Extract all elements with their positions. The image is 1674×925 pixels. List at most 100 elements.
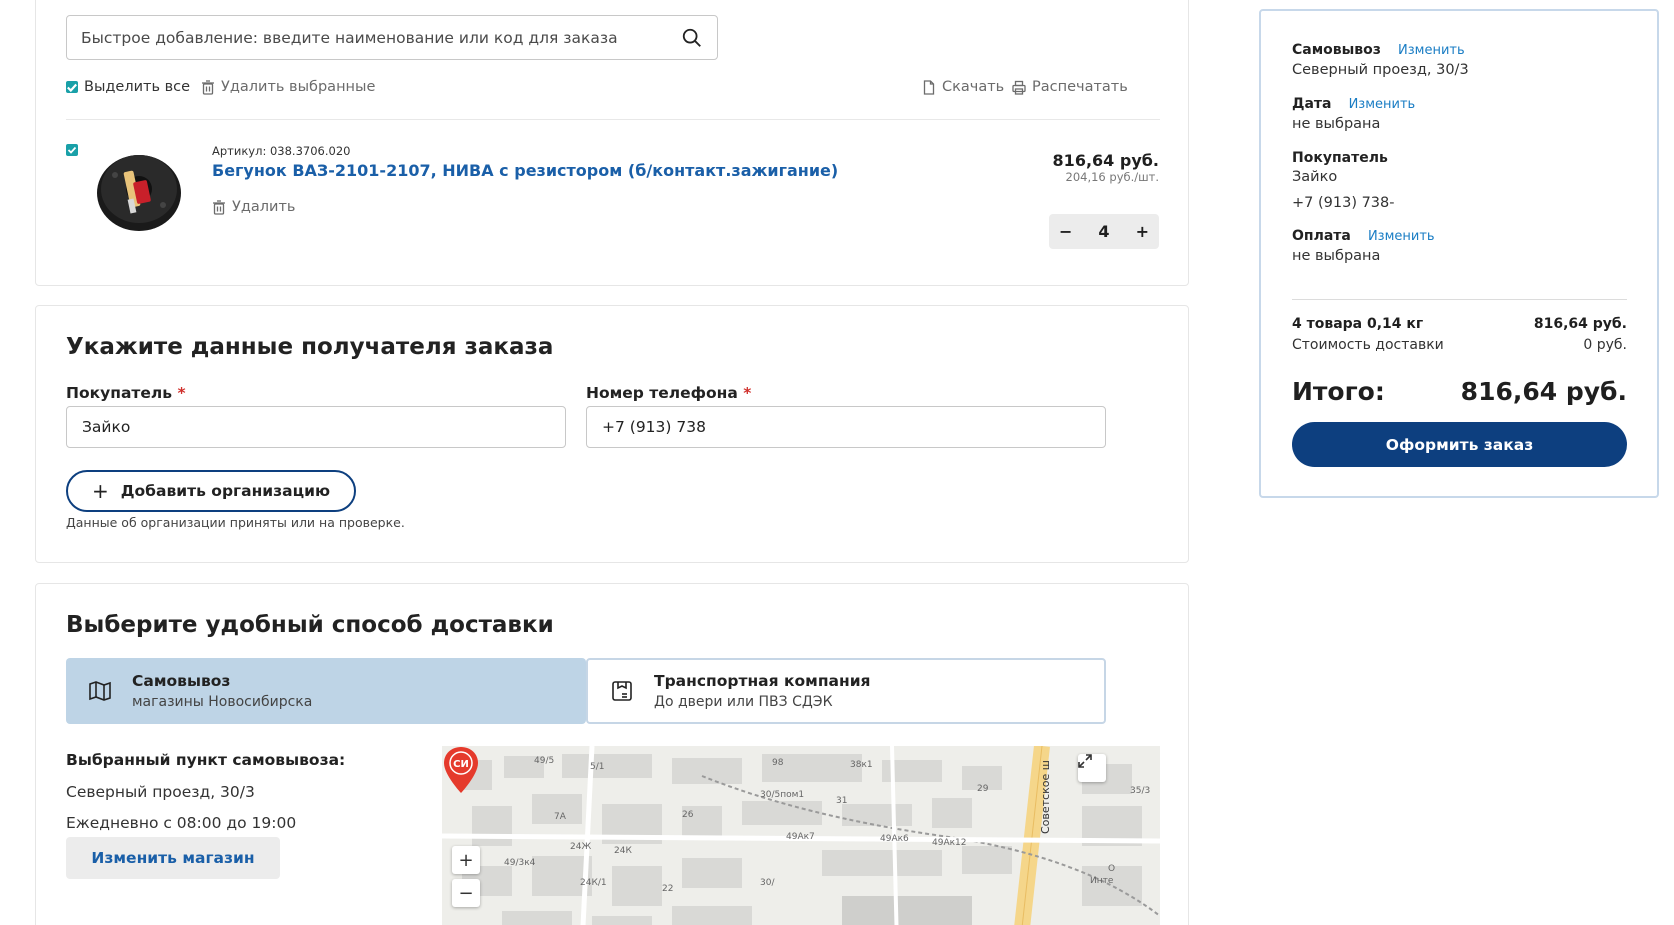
map-label: 49Ак7	[786, 832, 815, 842]
summary-buyer-phone: +7 (913) 738-	[1292, 195, 1395, 211]
required-mark: *	[743, 384, 752, 402]
item-delete-button[interactable]: Удалить	[212, 199, 295, 215]
phone-field[interactable]	[586, 406, 1106, 448]
summary-buyer-label: Покупатель	[1292, 150, 1388, 166]
map-label: 38к1	[850, 760, 873, 770]
phone-label-text: Номер телефона	[586, 384, 738, 402]
trash-icon	[202, 79, 214, 95]
product-image[interactable]	[91, 141, 187, 237]
item-delete-label: Удалить	[232, 199, 296, 215]
quantity-value[interactable]: 4	[1098, 222, 1109, 241]
change-payment-link[interactable]: Изменить	[1368, 229, 1435, 244]
search-icon[interactable]	[681, 27, 703, 49]
download-label: Скачать	[942, 79, 1005, 95]
map-label: 98	[772, 758, 784, 768]
expand-icon	[1078, 754, 1092, 768]
recipient-card: Укажите данные получателя заказа Покупат…	[35, 305, 1189, 563]
map-label: 22	[662, 884, 674, 894]
delivery-option-transport[interactable]: Транспортная компания До двери или ПВЗ С…	[586, 658, 1106, 724]
map-zoom-in-button[interactable]: +	[452, 846, 480, 874]
pickup-map[interactable]: 49/5 5/1 98 38к1 29 35/3 30/5пом1 31 7А …	[442, 746, 1160, 925]
summary-payment-label: Оплата	[1292, 228, 1351, 244]
pickup-point-title: Выбранный пункт самовывоза:	[66, 751, 346, 769]
map-label: 49/5	[534, 756, 555, 766]
quick-add-field[interactable]	[66, 15, 718, 60]
quick-add-input[interactable]	[81, 28, 681, 47]
svg-text:СИ: СИ	[453, 759, 469, 770]
transport-option-subtitle: До двери или ПВЗ СДЭК	[654, 694, 833, 710]
organization-note: Данные об организации приняты или на про…	[66, 515, 405, 530]
map-label: 7А	[554, 812, 566, 822]
map-label: 30/5пом1	[760, 790, 805, 800]
pickup-point-hours: Ежедневно с 08:00 до 19:00	[66, 814, 297, 832]
delivery-option-pickup[interactable]: Самовывоз магазины Новосибирска	[66, 658, 586, 724]
quantity-stepper: − 4 +	[1049, 214, 1159, 249]
select-all-label: Выделить все	[84, 79, 191, 95]
summary-goods-value: 816,64 руб.	[1533, 316, 1627, 332]
map-label: Инте	[1090, 876, 1114, 886]
change-store-button[interactable]: Изменить магазин	[66, 837, 280, 879]
map-road-label: Советское ш	[1039, 760, 1052, 834]
summary-divider	[1292, 299, 1627, 300]
file-icon	[923, 79, 935, 95]
increase-button[interactable]: +	[1136, 222, 1149, 241]
map-label: 24К	[614, 846, 632, 856]
print-button[interactable]: Распечатать	[1012, 79, 1128, 95]
recipient-title: Укажите данные получателя заказа	[66, 334, 554, 360]
store-pin-icon[interactable]: СИ	[442, 746, 480, 794]
cart-toolbar: Выделить все Удалить выбранные Скачать Р…	[66, 79, 1160, 99]
map-label: 24Ж	[570, 842, 592, 852]
cart-card: Выделить все Удалить выбранные Скачать Р…	[35, 0, 1189, 286]
map-label: 49/3к4	[504, 858, 536, 868]
item-price: 816,64 руб.	[1052, 151, 1159, 170]
summary-total-value: 816,64 руб.	[1460, 377, 1627, 406]
summary-pickup-address: Северный проезд, 30/3	[1292, 62, 1469, 78]
printer-icon	[1012, 80, 1026, 95]
pickup-option-text: Самовывоз магазины Новосибирска	[132, 672, 312, 710]
delete-selected-label: Удалить выбранные	[221, 79, 376, 95]
summary-delivery-label: Стоимость доставки	[1292, 337, 1444, 353]
summary-buyer-row: Покупатель	[1292, 147, 1388, 166]
buyer-label: Покупатель *	[66, 384, 186, 402]
change-date-link[interactable]: Изменить	[1349, 97, 1416, 112]
delivery-card: Выберите удобный способ доставки Самовыв…	[35, 583, 1189, 925]
summary-date-label: Дата	[1292, 96, 1332, 112]
buyer-field[interactable]	[66, 406, 566, 448]
map-label: 30/	[760, 878, 775, 888]
box-icon	[612, 681, 632, 701]
map-zoom-out-button[interactable]: −	[452, 879, 480, 907]
download-button[interactable]: Скачать	[922, 79, 1004, 95]
map-label: 49Ак6	[880, 834, 909, 844]
item-name-link[interactable]: Бегунок ВАЗ-2101-2107, НИВА с резистором…	[212, 161, 838, 180]
map-label: 5/1	[590, 762, 605, 772]
summary-delivery-value: 0 руб.	[1583, 337, 1627, 353]
transport-option-title: Транспортная компания	[654, 672, 871, 690]
summary-pickup-row: Самовывоз Изменить	[1292, 39, 1465, 58]
pickup-point-address: Северный проезд, 30/3	[66, 783, 255, 801]
map-fullscreen-button[interactable]	[1078, 754, 1106, 782]
map-label: 35/3	[1130, 786, 1151, 796]
item-checkbox[interactable]	[66, 144, 78, 156]
check-icon	[67, 83, 78, 92]
map-icon	[89, 681, 111, 701]
summary-date-value: не выбрана	[1292, 116, 1381, 132]
select-all[interactable]: Выделить все	[66, 79, 190, 95]
divider	[66, 119, 1160, 120]
map-label: 24К/1	[580, 878, 607, 888]
summary-total-label: Итого:	[1292, 377, 1385, 406]
summary-goods-line: 4 товара 0,14 кг 816,64 руб.	[1292, 316, 1627, 332]
checkout-button[interactable]: Оформить заказ	[1292, 422, 1627, 467]
decrease-button[interactable]: −	[1059, 222, 1072, 241]
summary-buyer-name: Зайко	[1292, 169, 1338, 185]
summary-payment-value: не выбрана	[1292, 248, 1381, 264]
map-label: 31	[836, 796, 848, 806]
map-label: 26	[682, 810, 694, 820]
order-summary: Самовывоз Изменить Северный проезд, 30/3…	[1259, 9, 1659, 498]
trash-icon	[213, 199, 225, 215]
add-organization-button[interactable]: + Добавить организацию	[66, 470, 356, 512]
select-all-checkbox[interactable]	[66, 81, 78, 93]
summary-goods-label: 4 товара 0,14 кг	[1292, 316, 1424, 332]
summary-total: Итого: 816,64 руб.	[1292, 377, 1627, 406]
change-pickup-link[interactable]: Изменить	[1398, 43, 1465, 58]
delete-selected-button[interactable]: Удалить выбранные	[201, 79, 375, 95]
